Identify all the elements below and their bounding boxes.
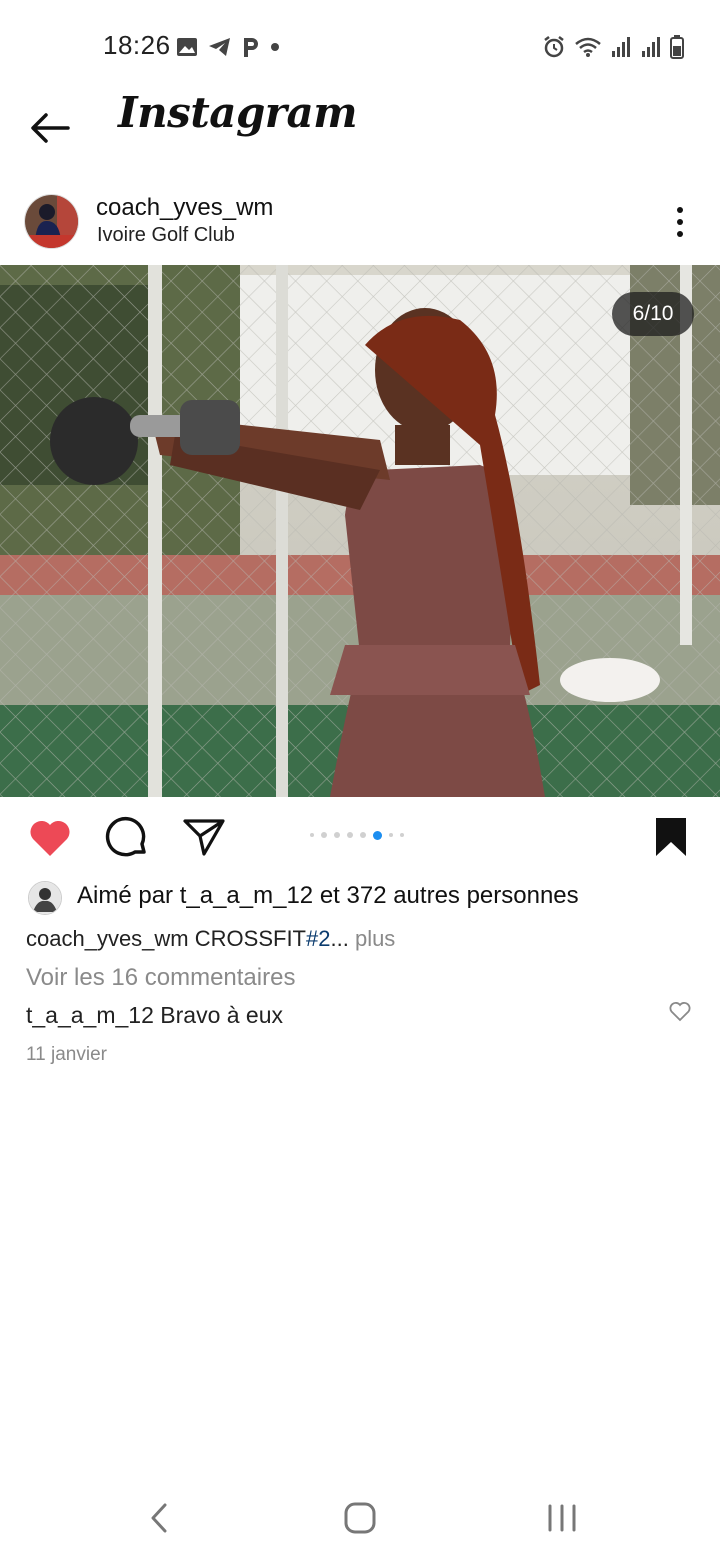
view-comments-link[interactable]: Voir les 16 commentaires bbox=[26, 964, 295, 992]
share-send-icon[interactable] bbox=[182, 817, 226, 857]
carousel-dot bbox=[347, 832, 353, 838]
comment-icon[interactable] bbox=[104, 815, 150, 861]
carousel-dot-active bbox=[373, 830, 382, 840]
image-icon bbox=[177, 38, 197, 56]
avatar-image bbox=[25, 195, 78, 248]
comment-like-heart-icon[interactable] bbox=[668, 1000, 692, 1022]
carousel-dot bbox=[310, 833, 314, 837]
carousel-dot bbox=[321, 832, 327, 838]
bookmark-icon[interactable] bbox=[652, 816, 690, 858]
post-media[interactable] bbox=[0, 265, 720, 797]
battery-icon bbox=[670, 35, 684, 59]
liker-avatar[interactable] bbox=[28, 881, 62, 915]
more-options-icon[interactable] bbox=[668, 204, 692, 240]
post-location[interactable]: Ivoire Golf Club bbox=[97, 224, 235, 247]
app-title: Instagram bbox=[118, 88, 358, 137]
status-right-icons bbox=[542, 34, 684, 60]
carousel-indicator bbox=[310, 829, 404, 841]
comment-username[interactable]: t_a_a_m_12 bbox=[26, 1002, 154, 1028]
caption-username[interactable]: coach_yves_wm bbox=[26, 926, 189, 951]
comment-item: t_a_a_m_12 Bravo à eux bbox=[26, 1002, 283, 1029]
signal-icon bbox=[642, 37, 660, 57]
caption-text: CROSSFIT bbox=[194, 926, 306, 951]
back-arrow-icon[interactable] bbox=[28, 108, 72, 148]
carousel-dot bbox=[389, 833, 393, 837]
dot-icon bbox=[271, 43, 279, 51]
recent-apps-icon[interactable] bbox=[544, 1500, 580, 1536]
wifi-icon bbox=[575, 37, 601, 57]
caption: coach_yves_wm CROSSFIT#2... plus bbox=[26, 926, 395, 952]
status-left-icons bbox=[176, 34, 280, 60]
alarm-icon bbox=[544, 36, 564, 58]
carousel-dot bbox=[334, 832, 340, 838]
carousel-dot bbox=[360, 832, 366, 838]
status-time: 18:26 bbox=[103, 30, 171, 60]
signal-icon bbox=[612, 37, 630, 57]
post-username[interactable]: coach_yves_wm bbox=[96, 194, 273, 222]
likes-text[interactable]: Aimé par t_a_a_m_12 et 372 autres person… bbox=[77, 882, 579, 910]
comment-text: Bravo à eux bbox=[160, 1002, 284, 1028]
carousel-dot bbox=[400, 833, 404, 837]
caption-ellipsis: ... bbox=[330, 926, 349, 951]
post-date: 11 janvier bbox=[26, 1044, 107, 1065]
like-heart-icon[interactable] bbox=[28, 818, 72, 858]
p-icon bbox=[244, 38, 258, 57]
caption-hashtag[interactable]: #2 bbox=[306, 926, 330, 951]
home-icon[interactable] bbox=[342, 1500, 378, 1536]
post-photo bbox=[0, 265, 720, 797]
back-icon[interactable] bbox=[145, 1500, 175, 1536]
media-counter-badge: 6/10 bbox=[612, 292, 694, 336]
liker-avatar-image bbox=[29, 882, 61, 914]
telegram-icon bbox=[209, 38, 230, 56]
user-avatar[interactable] bbox=[24, 194, 79, 249]
caption-more-link[interactable]: plus bbox=[355, 926, 395, 951]
